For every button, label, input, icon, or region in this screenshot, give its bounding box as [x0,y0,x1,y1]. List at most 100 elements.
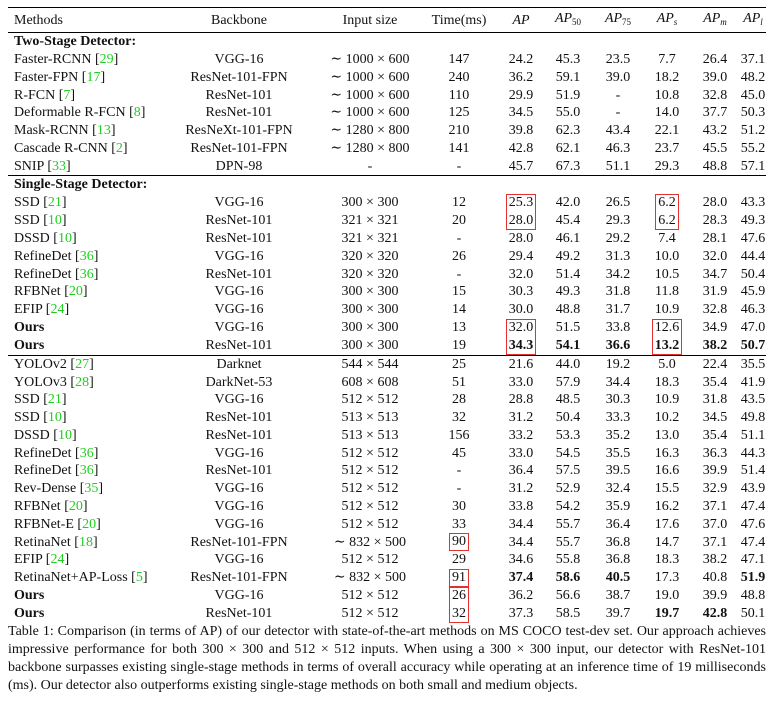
cell-time: 14 [420,301,498,319]
table-row: DSSD [10] ResNet-101 321 × 321 - 28.0 46.1 29.… [8,230,766,248]
cell-aps: 10.2 [644,409,690,427]
cell-time: 156 [420,427,498,445]
aps-value: 16.6 [654,463,680,479]
citation-link[interactable]: 36 [80,249,94,264]
citation-link[interactable]: 10 [48,213,62,228]
method-name: RefineDet [14,445,72,461]
backbone-value: VGG-16 [214,52,264,68]
ap75-value: 30.3 [605,392,631,408]
citation-link[interactable]: 33 [52,159,66,174]
citation-link[interactable]: 36 [80,446,94,461]
cell-input: 512 × 512 [320,551,420,569]
citation-link[interactable]: 17 [86,70,100,85]
ap75-value: 39.0 [605,69,631,85]
citation-link[interactable]: 20 [69,284,83,299]
citation-link[interactable]: 24 [50,302,64,317]
cell-ap: 28.0 [498,230,544,248]
ap50-value: 57.9 [555,374,581,390]
cell-aps: 18.2 [644,69,690,87]
apl-value: 46.3 [740,302,766,318]
aps-value: 7.4 [658,231,676,247]
apm-value: 32.8 [702,302,728,318]
cell-aps: 29.3 [644,157,690,175]
citation-link[interactable]: 13 [97,123,111,138]
citation-link[interactable]: 2 [116,141,123,156]
cell-aps: 10.9 [644,301,690,319]
cell-ap75: 19.2 [592,355,644,373]
citation-link[interactable]: 36 [80,267,94,282]
cell-time: - [420,462,498,480]
ap-value: 31.2 [508,481,534,497]
table-row: Cascade R-CNN [2] ResNet-101-FPN ∼ 1280 × … [8,140,766,158]
header-apm: APm [703,10,727,27]
time-value: 147 [448,52,470,68]
aps-value: 14.7 [654,534,680,550]
apm-value: 22.4 [702,356,728,372]
citation-link[interactable]: 18 [79,535,93,550]
input-value: 512 × 512 [341,552,399,568]
cell-time: 32 [420,409,498,427]
ap50-value: 46.1 [555,231,581,247]
cell-ap: 30.3 [498,283,544,301]
citation-link[interactable]: 24 [50,552,64,567]
citation-link[interactable]: 21 [48,195,62,210]
cell-ap75: - [592,104,644,122]
ap75-value: 33.3 [605,410,631,426]
table-row: Rev-Dense [35] VGG-16 512 × 512 - 31.2 52.9 32… [8,480,766,498]
citation-link[interactable]: 8 [134,105,141,120]
cell-ap75: 39.5 [592,462,644,480]
apm-value: 37.7 [702,105,728,121]
ap50-value: 44.0 [555,356,581,372]
ap50-value: 57.5 [555,463,581,479]
cell-backbone: VGG-16 [158,515,320,533]
cell-ap: 32.0 [498,265,544,283]
time-value: 29 [452,552,466,568]
citation-link[interactable]: 10 [58,231,72,246]
cell-input: ∼ 1000 × 600 [320,69,420,87]
aps-value: 19.0 [654,588,680,604]
cell-input: 300 × 300 [320,319,420,337]
ap75-value: 36.4 [605,516,631,532]
citation-link[interactable]: 20 [69,499,83,514]
cell-input: 512 × 512 [320,587,420,605]
citation-link[interactable]: 7 [63,88,70,103]
ap75-value: 26.5 [605,195,631,211]
cell-backbone: ResNet-101 [158,427,320,445]
citation-link[interactable]: 36 [80,463,94,478]
citation-link[interactable]: 28 [75,375,89,390]
cell-ap: 34.6 [498,551,544,569]
citation-link[interactable]: 5 [136,570,143,585]
citation-link[interactable]: 27 [75,357,89,372]
aps-value: 17.3 [654,570,680,586]
ap50-value: 62.1 [555,140,581,156]
method-name: RetinaNet+AP-Loss [14,570,128,586]
cell-aps: 22.1 [644,122,690,140]
citation-link[interactable]: 10 [58,428,72,443]
aps-value: 10.0 [654,248,680,264]
table-row: Mask-RCNN [13] ResNeXt-101-FPN ∼ 1280 × 80… [8,122,766,140]
cell-apl: 46.3 [740,301,766,319]
citation-link[interactable]: 10 [48,410,62,425]
time-value: - [456,266,462,282]
ap75-value: 35.2 [605,427,631,443]
aps-value: 29.3 [654,158,680,174]
table-row: RetinaNet [18] ResNet-101-FPN ∼ 832 × 500 9… [8,533,766,551]
cell-time: 15 [420,283,498,301]
header-apl: APl [743,10,763,27]
backbone-value: VGG-16 [214,392,264,408]
citation-link[interactable]: 21 [48,392,62,407]
table-row: Ours VGG-16 300 × 300 13 32.0 51.5 33.8 12.6 34.… [8,318,766,337]
citation-link[interactable]: 35 [84,481,98,496]
citation-link[interactable]: 20 [82,517,96,532]
input-value: ∼ 1280 × 800 [330,123,410,139]
backbone-value: VGG-16 [214,302,264,318]
cell-apm: 37.1 [690,498,740,516]
citation-link[interactable]: 29 [100,52,114,67]
cell-ap75: 29.2 [592,230,644,248]
cell-aps: 7.4 [644,230,690,248]
time-value: 240 [448,69,470,85]
ap75-value: 29.2 [605,231,631,247]
apl-value: 43.3 [740,195,766,211]
cell-method: Faster-RCNN [29] [14,52,119,68]
cell-ap50: 52.9 [544,480,592,498]
